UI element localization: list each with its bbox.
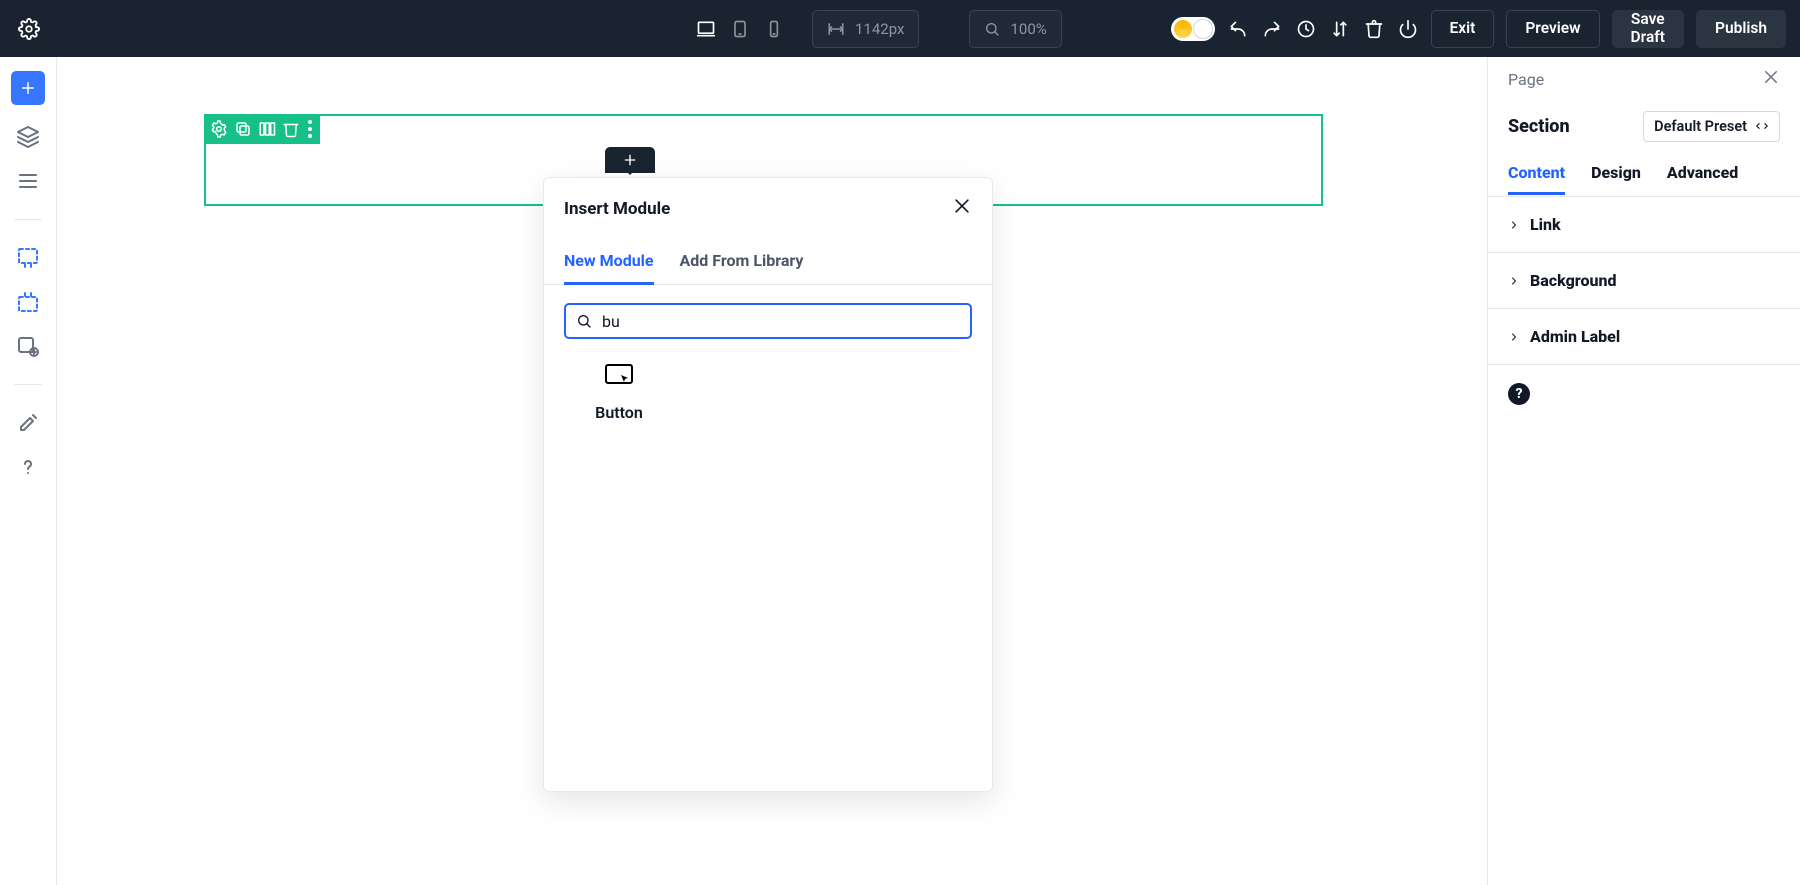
rail-separator [14, 219, 42, 220]
dashed-layout-alt-icon [16, 290, 40, 314]
add-element-button[interactable] [11, 71, 45, 105]
right-panel: Page Section Default Preset Content Desi… [1487, 57, 1800, 885]
accordion-item-background[interactable]: Background [1488, 253, 1800, 309]
popover-close-button[interactable] [952, 196, 972, 221]
sun-icon [1174, 20, 1192, 38]
zoom-field[interactable]: 100% [969, 10, 1061, 48]
gear-icon [18, 18, 40, 40]
redo-icon [1262, 19, 1282, 39]
gear-icon[interactable] [210, 120, 228, 138]
accordion-label: Link [1530, 215, 1561, 234]
settings-accordion: Link Background Admin Label [1488, 197, 1800, 365]
save-draft-button[interactable]: Save Draft [1612, 10, 1684, 48]
insert-module-popover: Insert Module New Module Add From Librar… [543, 177, 993, 792]
breadcrumb-page[interactable]: Page [1508, 70, 1544, 89]
panel-tabs: Content Design Advanced [1488, 151, 1800, 197]
tab-design[interactable]: Design [1591, 153, 1641, 194]
section-toolbar [204, 114, 320, 144]
toggle-knob [1193, 19, 1213, 39]
phone-device-button[interactable] [764, 19, 784, 39]
accordion-label: Admin Label [1530, 327, 1620, 346]
zoom-value: 100% [1010, 20, 1046, 38]
panel-title: Section [1508, 116, 1570, 137]
top-bar: 1142px 100% Exit Preview Save Draft Publ… [0, 0, 1800, 57]
search-icon [984, 21, 1000, 37]
undo-button[interactable] [1227, 18, 1249, 40]
power-button[interactable] [1397, 18, 1419, 40]
left-rail [0, 57, 57, 885]
list-icon [16, 169, 40, 193]
tab-add-from-library[interactable]: Add From Library [680, 239, 804, 284]
module-search-input[interactable] [602, 312, 960, 331]
wireframe-top-button[interactable] [16, 246, 40, 270]
button-module-icon [604, 363, 634, 389]
tablet-device-button[interactable] [730, 19, 750, 39]
module-results: Button [564, 339, 972, 446]
tools-button[interactable] [16, 411, 40, 435]
accordion-item-admin-label[interactable]: Admin Label [1488, 309, 1800, 365]
arrows-vertical-icon [1330, 19, 1350, 39]
trash-icon[interactable] [282, 120, 300, 138]
help-button[interactable] [16, 455, 40, 479]
canvas[interactable]: Insert Module New Module Add From Librar… [57, 57, 1487, 885]
caret-right-icon [1508, 219, 1520, 231]
clock-icon [1296, 19, 1316, 39]
module-search-field[interactable] [564, 303, 972, 339]
power-icon [1398, 19, 1418, 39]
tab-advanced[interactable]: Advanced [1667, 153, 1738, 194]
tab-new-module[interactable]: New Module [564, 239, 654, 284]
template-library-button[interactable] [16, 334, 40, 358]
accordion-label: Background [1530, 271, 1617, 290]
duplicate-icon[interactable] [234, 120, 252, 138]
wireframe-bottom-button[interactable] [16, 290, 40, 314]
arrows-horizontal-icon [827, 20, 845, 38]
preset-button[interactable]: Default Preset [1643, 111, 1780, 142]
popover-tabs: New Module Add From Library [544, 239, 992, 285]
caret-right-icon [1508, 331, 1520, 343]
close-icon [1762, 68, 1780, 86]
popover-title: Insert Module [564, 199, 670, 219]
theme-toggle[interactable] [1171, 17, 1215, 41]
viewport-width-field[interactable]: 1142px [812, 10, 919, 48]
sort-button[interactable] [1329, 18, 1351, 40]
panel-close-button[interactable] [1762, 68, 1780, 90]
viewport-width-value: 1142px [855, 20, 904, 38]
device-selector [690, 19, 790, 39]
tab-content[interactable]: Content [1508, 153, 1565, 194]
list-button[interactable] [16, 169, 40, 193]
caret-right-icon [1508, 275, 1520, 287]
settings-button[interactable] [0, 0, 57, 57]
redo-button[interactable] [1261, 18, 1283, 40]
history-button[interactable] [1295, 18, 1317, 40]
swap-icon [1755, 119, 1769, 133]
tools-icon [16, 411, 40, 435]
publish-button[interactable]: Publish [1696, 10, 1786, 48]
undo-icon [1228, 19, 1248, 39]
dashed-layout-icon [16, 246, 40, 270]
rail-separator [14, 384, 42, 385]
module-item-label: Button [595, 403, 643, 422]
stack-plus-icon [16, 334, 40, 358]
drag-handle-icon[interactable] [306, 120, 314, 138]
close-icon [952, 196, 972, 216]
preview-button[interactable]: Preview [1506, 10, 1599, 48]
add-module-button[interactable] [605, 147, 655, 173]
search-icon [576, 313, 592, 329]
delete-button[interactable] [1363, 18, 1385, 40]
trash-icon [1364, 19, 1384, 39]
columns-icon[interactable] [258, 120, 276, 138]
desktop-device-button[interactable] [696, 19, 716, 39]
question-icon [16, 455, 40, 479]
layers-button[interactable] [16, 125, 40, 149]
plus-icon [622, 152, 638, 168]
exit-button[interactable]: Exit [1431, 10, 1495, 48]
preset-label: Default Preset [1654, 118, 1747, 135]
accordion-item-link[interactable]: Link [1488, 197, 1800, 253]
layers-icon [16, 125, 40, 149]
plus-icon [19, 79, 37, 97]
panel-help-button[interactable]: ? [1508, 383, 1530, 405]
module-item-button[interactable]: Button [564, 363, 674, 422]
